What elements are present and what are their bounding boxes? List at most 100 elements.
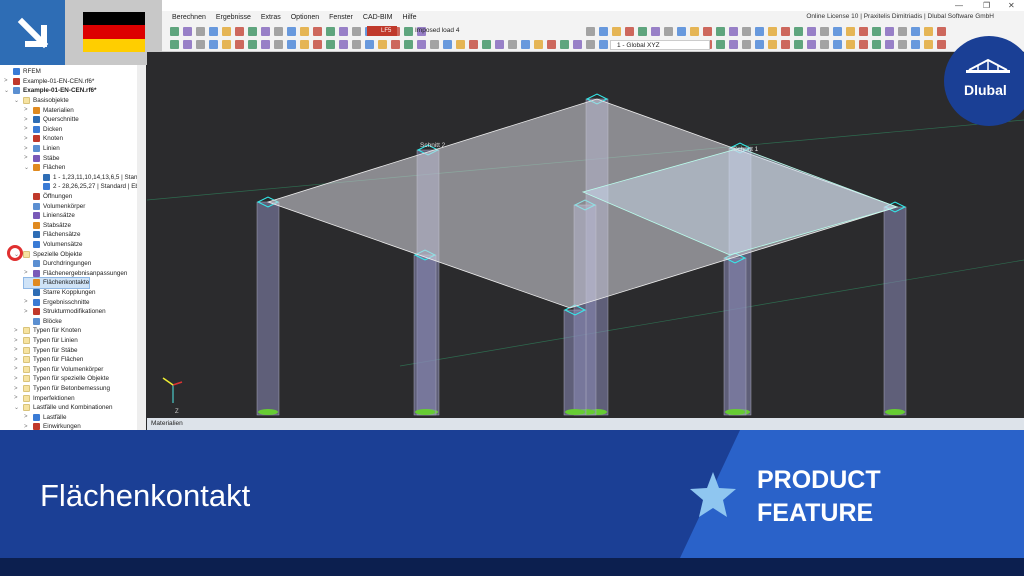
toolbar-button-icon[interactable]: [742, 26, 751, 36]
toolbar-button-icon[interactable]: [755, 26, 764, 36]
tree-item[interactable]: Volumenkörper: [24, 201, 85, 211]
expand-chevron-icon[interactable]: >: [14, 347, 20, 353]
toolbar-button-icon[interactable]: [456, 40, 465, 49]
tree-item[interactable]: > Typen für Knoten: [14, 326, 81, 336]
toolbar-button-icon[interactable]: [586, 26, 595, 36]
toolbar-button-icon[interactable]: [287, 26, 296, 36]
toolbar-button-icon[interactable]: [781, 40, 790, 49]
expand-chevron-icon[interactable]: >: [14, 395, 20, 401]
tree-item[interactable]: Liniensätze: [24, 211, 75, 221]
toolbar-button-icon[interactable]: [300, 26, 309, 36]
toolbar-button-icon[interactable]: [716, 40, 725, 49]
toolbar-button-icon[interactable]: [508, 40, 517, 49]
tree-item[interactable]: Öffnungen: [24, 192, 72, 202]
expand-chevron-icon[interactable]: ⌄: [14, 404, 20, 411]
expand-chevron-icon[interactable]: >: [24, 270, 30, 276]
tree-item[interactable]: Stabsätze: [24, 221, 71, 231]
expand-chevron-icon[interactable]: >: [14, 376, 20, 382]
toolbar-button-icon[interactable]: [573, 40, 582, 49]
expand-chevron-icon[interactable]: ⌄: [14, 97, 20, 104]
toolbar-button-icon[interactable]: [729, 26, 738, 36]
toolbar-button-icon[interactable]: [222, 40, 231, 49]
toolbar-button-icon[interactable]: [755, 40, 764, 49]
tree-item[interactable]: > Stäbe: [24, 153, 59, 163]
expand-chevron-icon[interactable]: >: [24, 414, 30, 420]
toolbar-button-icon[interactable]: [300, 40, 309, 49]
toolbar-button-icon[interactable]: [417, 40, 426, 49]
minimize-button[interactable]: —: [955, 1, 963, 10]
toolbar-button-icon[interactable]: [352, 26, 361, 36]
toolbar-button-icon[interactable]: [495, 40, 504, 49]
expand-chevron-icon[interactable]: >: [24, 107, 30, 113]
toolbar-button-icon[interactable]: [443, 40, 452, 49]
toolbar-button-icon[interactable]: [482, 40, 491, 49]
expand-chevron-icon[interactable]: >: [24, 136, 30, 142]
toolbar-button-icon[interactable]: [326, 26, 335, 36]
toolbar-button-icon[interactable]: [248, 26, 257, 36]
maximize-button[interactable]: ❐: [983, 1, 990, 10]
toolbar-button-icon[interactable]: [365, 40, 374, 49]
expand-chevron-icon[interactable]: ⌄: [24, 164, 30, 171]
expand-chevron-icon[interactable]: ⌄: [4, 87, 10, 94]
tree-item[interactable]: Starre Kopplungen: [24, 288, 96, 298]
tree-item[interactable]: > Lastfälle: [24, 413, 66, 423]
menu-item[interactable]: Optionen: [291, 14, 319, 21]
tree-item[interactable]: > Dicken: [24, 125, 62, 135]
3d-viewport[interactable]: Schnitt 2 Schnitt 1 Z: [146, 52, 1024, 418]
toolbar-button-icon[interactable]: [885, 26, 894, 36]
toolbar-button-icon[interactable]: [183, 26, 192, 36]
toolbar-button-icon[interactable]: [768, 40, 777, 49]
tree-item[interactable]: 1 - 1,23,11,10,14,13,6,5 | Stanc: [34, 173, 141, 183]
tree-item[interactable]: Volumensätze: [24, 240, 83, 250]
expand-chevron-icon[interactable]: >: [14, 328, 20, 334]
expand-chevron-icon[interactable]: >: [24, 299, 30, 305]
tree-item[interactable]: Durchdringungen: [24, 259, 91, 269]
toolbar-button-icon[interactable]: [313, 26, 322, 36]
toolbar-button-icon[interactable]: [599, 26, 608, 36]
toolbar-button-icon[interactable]: [586, 40, 595, 49]
toolbar-button-icon[interactable]: [599, 40, 608, 49]
tree-item[interactable]: > Typen für Betonbemessung: [14, 384, 110, 394]
toolbar-button-icon[interactable]: [196, 40, 205, 49]
tree-item[interactable]: RFEM: [4, 67, 41, 77]
toolbar-button-icon[interactable]: [937, 26, 946, 36]
toolbar-button-icon[interactable]: [404, 26, 413, 36]
toolbar-button-icon[interactable]: [872, 40, 881, 49]
toolbar-button-icon[interactable]: [235, 26, 244, 36]
toolbar-button-icon[interactable]: [846, 26, 855, 36]
toolbar-button-icon[interactable]: [547, 40, 556, 49]
toolbar-button-icon[interactable]: [690, 26, 699, 36]
toolbar-button-icon[interactable]: [274, 26, 283, 36]
toolbar-button-icon[interactable]: [898, 26, 907, 36]
toolbar-button-icon[interactable]: [248, 40, 257, 49]
toolbar-button-icon[interactable]: [807, 26, 816, 36]
tree-item[interactable]: Flächenkontakte: [22, 277, 91, 289]
expand-chevron-icon[interactable]: >: [4, 78, 10, 84]
toolbar-button-icon[interactable]: [742, 40, 751, 49]
tree-item[interactable]: ⌄ Lastfälle und Kombinationen: [14, 403, 112, 413]
toolbar-button-icon[interactable]: [274, 40, 283, 49]
tree-item[interactable]: ⌄ Basisobjekte: [14, 96, 69, 106]
tree-item[interactable]: > Example-01-EN-CEN.rf6*: [4, 77, 94, 87]
toolbar-button-icon[interactable]: [170, 26, 179, 36]
tree-item[interactable]: > Querschnitte: [24, 115, 79, 125]
toolbar-button-icon[interactable]: [794, 26, 803, 36]
toolbar-button-icon[interactable]: [430, 40, 439, 49]
toolbar-button-icon[interactable]: [261, 26, 270, 36]
tree-item[interactable]: ⌄ Spezielle Objekte: [14, 249, 82, 259]
toolbar-button-icon[interactable]: [313, 40, 322, 49]
toolbar-button-icon[interactable]: [625, 26, 634, 36]
menu-item[interactable]: Berechnen: [172, 14, 206, 21]
tree-item[interactable]: > Typen für spezielle Objekte: [14, 374, 109, 384]
tree-item[interactable]: > Linien: [24, 144, 60, 154]
close-button[interactable]: ✕: [1008, 1, 1015, 10]
menu-item[interactable]: Extras: [261, 14, 281, 21]
toolbar-button-icon[interactable]: [716, 26, 725, 36]
toolbar-button-icon[interactable]: [729, 40, 738, 49]
toolbar-button-icon[interactable]: [937, 40, 946, 49]
tree-item[interactable]: > Typen für Flächen: [14, 355, 83, 365]
toolbar-button-icon[interactable]: [820, 40, 829, 49]
tree-item[interactable]: > Materialien: [24, 105, 74, 115]
toolbar-button-icon[interactable]: [183, 40, 192, 49]
toolbar-button-icon[interactable]: [664, 26, 673, 36]
